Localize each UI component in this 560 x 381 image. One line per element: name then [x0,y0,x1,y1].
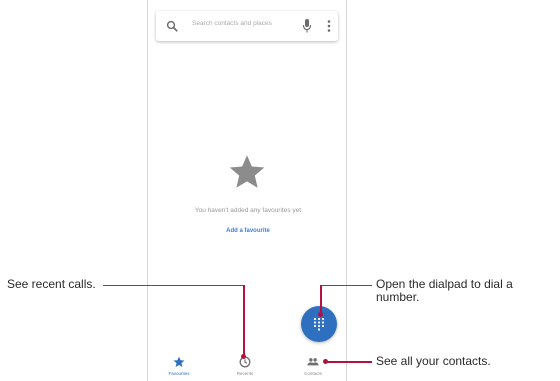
tab-label: Contacts [304,371,322,376]
phone-screen: Search contacts and places You haven't a… [147,0,347,381]
people-icon [307,358,319,366]
callout-dialpad-line2: number. [376,290,420,304]
callout-recents-dot [241,354,246,359]
callout-recents: See recent calls. [7,277,96,291]
callout-dialpad-line [320,285,322,315]
callout-contacts-dot [323,359,328,364]
tab-label: Recents [236,371,254,376]
tab-favourites[interactable]: Favourites [154,352,204,381]
callout-recents-leader [103,285,244,286]
callout-contacts-line [326,361,372,363]
tab-label: Favourites [168,371,190,376]
search-bar[interactable]: Search contacts and places [156,11,338,41]
search-icon [166,20,178,32]
add-favourite-link[interactable]: Add a favourite [148,228,348,234]
callout-dialpad-dot [318,312,323,317]
tab-contacts[interactable]: Contacts [288,352,338,381]
callout-recents-line [243,285,245,357]
callout-dialpad-leader [320,285,372,286]
dialpad-icon [313,317,325,331]
empty-state-message: You haven't added any favourites yet [194,207,302,214]
callout-contacts: See all your contacts. [376,354,491,368]
mic-icon[interactable] [302,18,312,34]
more-vert-icon[interactable] [326,19,332,33]
star-icon [173,356,185,368]
search-input[interactable]: Search contacts and places [192,20,272,27]
star-icon [229,155,265,188]
bottom-navigation: Favourites Recents Contacts [148,352,348,381]
